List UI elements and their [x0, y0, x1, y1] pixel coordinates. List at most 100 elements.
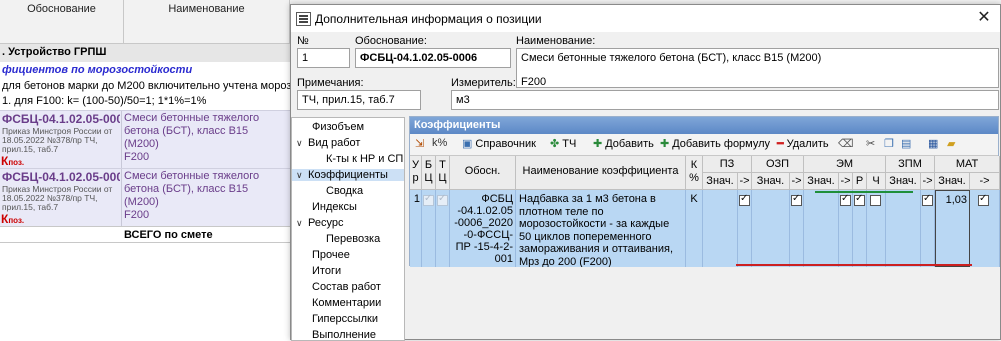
percent-icon[interactable]: k% [432, 137, 447, 153]
bc-checkbox[interactable] [423, 193, 434, 206]
folder-icon[interactable]: ▰ [947, 137, 955, 153]
app-icon [296, 12, 311, 26]
col-zpm[interactable]: ЗПМ [886, 156, 935, 173]
col-zpm-value[interactable]: Знач. [886, 173, 921, 190]
add-formula-button[interactable]: ✚ Добавить формулу [660, 137, 770, 153]
mat-checkbox[interactable] [978, 193, 989, 206]
col-ozp-value[interactable]: Знач. [752, 173, 790, 190]
tree-item-transport[interactable]: Перевозка [326, 233, 380, 245]
dialog-title: Дополнительная информация о позиции [315, 12, 542, 26]
tree-item-physvolume[interactable]: Физобъем [312, 121, 364, 133]
tree-item-indices[interactable]: Индексы [312, 201, 357, 213]
em-r-checkbox[interactable] [854, 193, 865, 206]
cell-basis[interactable]: ФСБЦ -04.1.02.05 -0006_2020 -0-ФССЦ-ПР -… [450, 190, 516, 267]
name-field[interactable]: Смеси бетонные тяжелого бетона (БСТ), кл… [516, 48, 999, 88]
col-pz[interactable]: ПЗ [703, 156, 752, 173]
cell-em-arrow[interactable] [839, 190, 853, 267]
cell-bc[interactable] [422, 190, 436, 267]
tree-item-summary[interactable]: Сводка [326, 185, 363, 197]
col-em-ch[interactable]: Ч [867, 173, 886, 190]
chevron-down-icon[interactable]: ∨ [296, 138, 308, 149]
basis-field[interactable]: ФСБЦ-04.1.02.05-0006 [355, 48, 511, 68]
tree-item-totals[interactable]: Итоги [312, 265, 341, 277]
tree-item-resource[interactable]: ∨ Ресурс [296, 217, 343, 229]
eraser-icon[interactable]: ⌫ [838, 137, 854, 153]
dialog-titlebar[interactable]: Дополнительная информация о позиции ✕ [291, 5, 1000, 32]
tch-button[interactable]: ✤ ТЧ [550, 137, 576, 153]
col-pz-arrow[interactable]: -> [738, 173, 752, 190]
em-ch-checkbox[interactable] [870, 195, 881, 206]
table-row[interactable]: 1 ФСБЦ -04.1.02.05 -0006_2020 -0-ФССЦ-ПР… [410, 190, 1000, 267]
cell-pz-arrow[interactable] [738, 190, 752, 267]
col-em-arrow[interactable]: -> [839, 173, 853, 190]
col-divider [121, 111, 122, 169]
tree-item-work-content[interactable]: Состав работ [312, 281, 381, 293]
col-mat-arrow[interactable]: -> [970, 173, 1000, 190]
tc-checkbox[interactable] [437, 193, 448, 206]
col-bc[interactable]: Б Ц [422, 156, 436, 190]
save-icon[interactable]: ▦ [928, 137, 938, 153]
col-ur[interactable]: У р [410, 156, 422, 190]
col-em-r[interactable]: Р [853, 173, 867, 190]
chevron-down-icon[interactable]: ∨ [296, 170, 308, 181]
add-formula-icon: ✚ [660, 138, 670, 150]
tree-item-execution[interactable]: Выполнение [312, 329, 376, 341]
cell-k[interactable]: K [686, 190, 703, 267]
col-tc[interactable]: Т Ц [436, 156, 450, 190]
tree-item-nr-sp[interactable]: К-ты к НР и СП [326, 153, 403, 165]
cell-coef-name[interactable]: Надбавка за 1 м3 бетона в плотном теле п… [516, 190, 686, 267]
cell-mat-arrow[interactable] [970, 190, 1000, 267]
position-row[interactable]: ФСБЦ-04.1.02.05-0006 Приказ Минстроя Рос… [0, 110, 290, 169]
cell-em-value[interactable] [804, 190, 839, 267]
cell-zpm-value[interactable] [886, 190, 921, 267]
tree-item-hyperlinks[interactable]: Гиперссылки [312, 313, 378, 325]
directory-button[interactable]: ▣ Справочник [462, 137, 536, 153]
tree-item-comments[interactable]: Комментарии [312, 297, 381, 309]
section-title: . Устройство ГРПШ [0, 44, 290, 62]
cell-em-r[interactable] [853, 190, 867, 267]
coefficients-grid: У р Б Ц Т Ц Обосн. Наименование коэффици… [410, 156, 1000, 267]
chevron-down-icon[interactable]: ∨ [296, 218, 308, 229]
col-ozp-arrow[interactable]: -> [790, 173, 804, 190]
position-row[interactable]: ФСБЦ-04.1.02.05-0006 Приказ Минстроя Рос… [0, 168, 290, 227]
col-mat[interactable]: МАТ [935, 156, 1000, 173]
col-pz-value[interactable]: Знач. [703, 173, 738, 190]
green-marker-line [815, 191, 913, 193]
num-field[interactable]: 1 [297, 48, 350, 68]
cell-zpm-arrow[interactable] [921, 190, 935, 267]
header-basis[interactable]: Обоснование [0, 0, 124, 44]
unit-field[interactable]: м3 [451, 90, 999, 110]
import-icon[interactable]: ⇲ [415, 137, 424, 153]
ozp-checkbox[interactable] [791, 193, 802, 206]
copy-icon[interactable]: ❐ [884, 137, 894, 153]
col-mat-value[interactable]: Знач. [935, 173, 970, 190]
col-ozp[interactable]: ОЗП [752, 156, 804, 173]
tch-icon: ✤ [550, 138, 560, 150]
col-zpm-arrow[interactable]: -> [921, 173, 935, 190]
tree-item-coefficients[interactable]: ∨ Коэффициенты [292, 169, 404, 181]
cell-ur[interactable]: 1 [410, 190, 422, 267]
close-icon[interactable]: ✕ [972, 7, 996, 29]
tree-item-worktype[interactable]: ∨ Вид работ [296, 137, 360, 149]
cell-em-ch[interactable] [867, 190, 886, 267]
pz-checkbox[interactable] [739, 193, 750, 206]
cell-tc[interactable] [436, 190, 450, 267]
add-button[interactable]: ✚ Добавить [593, 137, 654, 153]
header-name[interactable]: Наименование [124, 0, 290, 44]
em-checkbox[interactable] [840, 193, 851, 206]
cell-ozp-value[interactable] [752, 190, 790, 267]
cell-ozp-arrow[interactable] [790, 190, 804, 267]
col-basis[interactable]: Обосн. [450, 156, 516, 190]
col-em[interactable]: ЭМ [804, 156, 886, 173]
tree-item-other[interactable]: Прочее [312, 249, 350, 261]
cut-icon[interactable]: ✂ [866, 137, 875, 153]
cell-pz-value[interactable] [703, 190, 738, 267]
col-coef-name[interactable]: Наименование коэффициента [516, 156, 686, 190]
col-em-value[interactable]: Знач. [804, 173, 839, 190]
paste-icon[interactable]: ▤ [901, 137, 911, 153]
delete-button[interactable]: ━ Удалить [777, 137, 829, 153]
zpm-checkbox[interactable] [922, 193, 933, 206]
notes-field[interactable]: ТЧ, прил.15, таб.7 [297, 90, 421, 110]
col-k-pct[interactable]: К % [686, 156, 703, 190]
cell-mat-value[interactable]: 1,03 [935, 190, 970, 267]
